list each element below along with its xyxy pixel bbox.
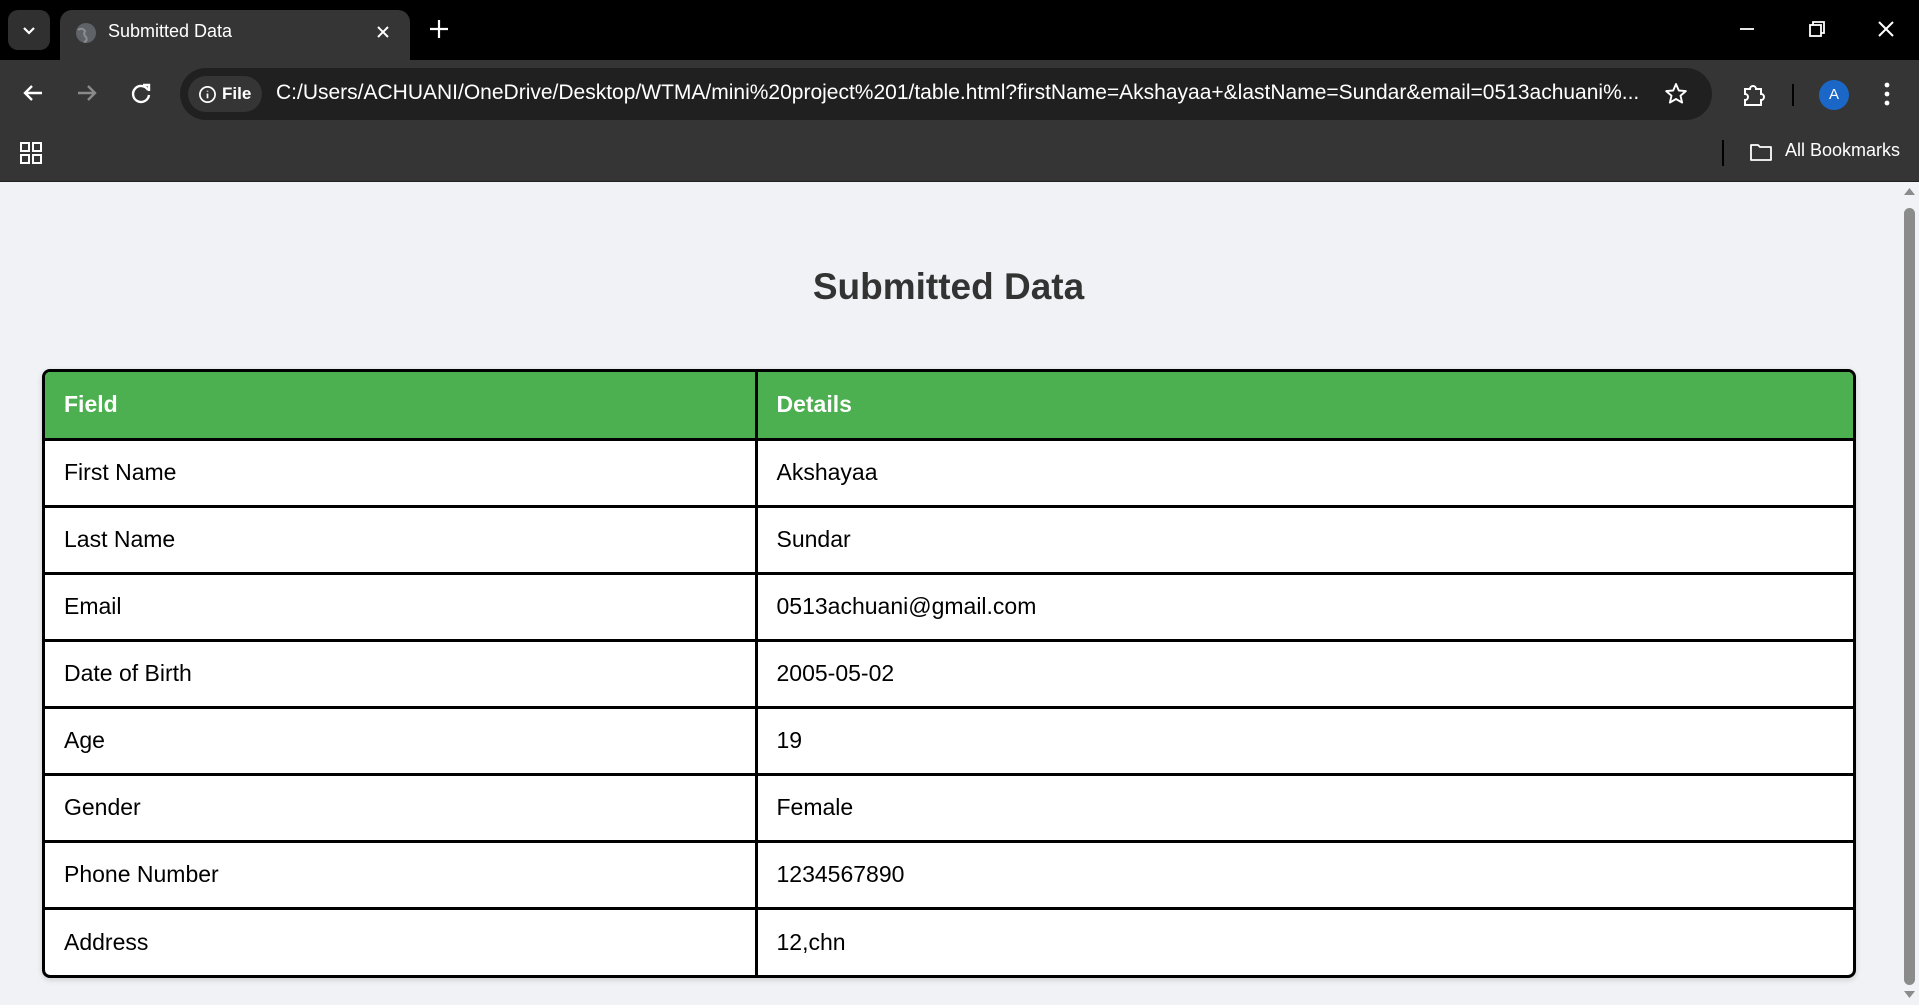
extensions-icon[interactable]	[1740, 80, 1768, 108]
all-bookmarks-link[interactable]: All Bookmarks	[1785, 140, 1900, 161]
file-chip-label: File	[222, 84, 252, 103]
value-cell: 0513achuani@gmail.com	[754, 571, 1853, 642]
value-cell: Akshayaa	[754, 437, 1853, 508]
back-icon[interactable]	[18, 78, 48, 108]
value-cell: 2005-05-02	[754, 638, 1853, 709]
page-title: Submitted Data	[812, 266, 1085, 307]
table-row: Date of Birth 2005-05-02	[45, 638, 1853, 709]
folder-icon	[1750, 144, 1772, 161]
star-icon[interactable]	[1662, 80, 1690, 108]
reload-icon[interactable]	[126, 78, 156, 108]
tab-strip: Submitted Data	[0, 0, 1919, 60]
submitted-data-table: Field Details First Name Akshayaa Last N…	[42, 369, 1856, 978]
close-window-icon[interactable]	[1871, 14, 1901, 44]
close-icon[interactable]	[370, 19, 396, 45]
browser-toolbar: File C:/Users/ACHUANI/OneDrive/Desktop/W…	[0, 60, 1919, 128]
table-row: Age 19	[45, 705, 1853, 776]
table-row: Gender Female	[45, 772, 1853, 843]
field-cell: Date of Birth	[45, 638, 758, 709]
header-field: Field	[45, 372, 758, 441]
tab-search-button[interactable]	[8, 10, 50, 50]
more-icon[interactable]	[1880, 78, 1894, 110]
field-cell: Address	[45, 906, 758, 975]
value-cell: 19	[754, 705, 1853, 776]
value-cell: Sundar	[754, 504, 1853, 575]
field-cell: Phone Number	[45, 839, 758, 910]
globe-icon	[76, 23, 96, 43]
chevron-down-icon	[23, 27, 35, 35]
value-cell: Female	[754, 772, 1853, 843]
bookmarks-divider	[1722, 140, 1724, 166]
avatar[interactable]: A	[1819, 80, 1849, 110]
field-cell: Last Name	[45, 504, 758, 575]
info-icon	[199, 86, 216, 103]
site-info-chip[interactable]: File	[188, 76, 262, 112]
table-row: Phone Number 1234567890	[45, 839, 1853, 910]
restore-icon[interactable]	[1802, 14, 1832, 44]
table-header-row: Field Details	[45, 372, 1853, 441]
tab-submitted-data[interactable]: Submitted Data	[60, 10, 410, 60]
scroll-up-icon[interactable]	[1903, 186, 1916, 196]
field-cell: First Name	[45, 437, 758, 508]
field-cell: Age	[45, 705, 758, 776]
address-bar[interactable]: File C:/Users/ACHUANI/OneDrive/Desktop/W…	[180, 68, 1712, 120]
bookmarks-bar: All Bookmarks	[0, 128, 1919, 182]
field-cell: Gender	[45, 772, 758, 843]
table-row: First Name Akshayaa	[45, 437, 1853, 508]
table-row: Email 0513achuani@gmail.com	[45, 571, 1853, 642]
table-row: Address 12,chn	[45, 906, 1853, 975]
apps-icon[interactable]	[18, 140, 44, 166]
scroll-down-icon[interactable]	[1903, 990, 1916, 1000]
page-content: Submitted Data Field Details First Name …	[0, 182, 1900, 1005]
value-cell: 12,chn	[754, 906, 1853, 975]
url-text[interactable]: C:/Users/ACHUANI/OneDrive/Desktop/WTMA/m…	[276, 81, 1646, 105]
header-details: Details	[754, 372, 1853, 441]
tab-title: Submitted Data	[108, 21, 233, 41]
forward-icon[interactable]	[72, 78, 102, 108]
toolbar-divider	[1792, 84, 1794, 106]
field-cell: Email	[45, 571, 758, 642]
plus-icon[interactable]	[424, 14, 454, 44]
table-row: Last Name Sundar	[45, 504, 1853, 575]
minimize-icon[interactable]	[1732, 14, 1762, 44]
value-cell: 1234567890	[754, 839, 1853, 910]
vertical-scrollbar[interactable]	[1900, 182, 1919, 1005]
scrollbar-thumb[interactable]	[1904, 208, 1915, 985]
